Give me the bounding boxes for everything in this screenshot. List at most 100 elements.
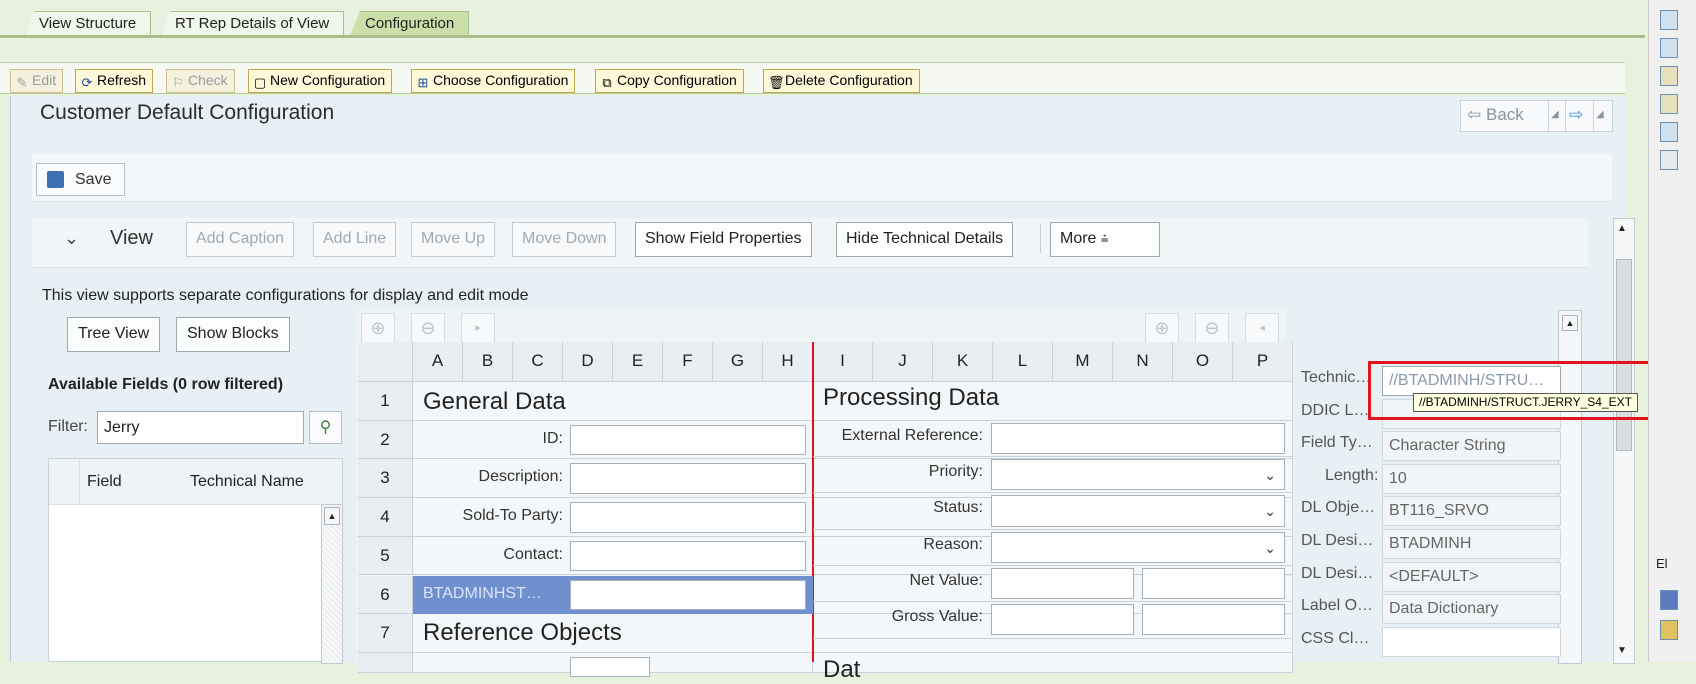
row-header[interactable]: 1 (358, 382, 413, 421)
forward-history-dropdown[interactable]: ◢ (1593, 100, 1613, 132)
refresh-button[interactable]: ⟳ Refresh (75, 69, 154, 93)
back-button[interactable]: ⇦ Back (1460, 100, 1562, 132)
currency-input[interactable] (1142, 604, 1285, 636)
check-button[interactable]: ⚐ Check (166, 69, 235, 93)
column-header-technical-name[interactable]: Technical Name (190, 473, 304, 491)
column-header[interactable]: D (563, 342, 613, 382)
field-label[interactable]: Priority: (813, 463, 988, 481)
dropdown-select[interactable]: ⌄ (991, 459, 1285, 491)
show-blocks-button[interactable]: Show Blocks (176, 317, 290, 352)
dropdown-select[interactable]: ⌄ (991, 495, 1285, 527)
field-label[interactable]: Gross Value: (813, 608, 988, 626)
column-header[interactable]: I (813, 342, 873, 382)
hide-technical-details-button[interactable]: Hide Technical Details (836, 222, 1014, 257)
scroll-up-icon[interactable]: ▲ (1562, 315, 1578, 331)
scroll-up-icon[interactable]: ▲ (324, 507, 340, 525)
column-header[interactable]: O (1173, 342, 1233, 382)
field-label[interactable]: Net Value: (813, 572, 988, 590)
add-column-icon[interactable]: ⊕ (361, 313, 395, 345)
remove-column-right-icon[interactable]: ⊖ (1195, 313, 1229, 345)
column-header[interactable]: F (663, 342, 713, 382)
column-header[interactable]: E (613, 342, 663, 382)
tab-rt-rep-details[interactable]: RT Rep Details of View (160, 11, 345, 36)
choose-configuration-button[interactable]: ⊞ Choose Configuration (411, 69, 576, 93)
expand-right-icon[interactable]: ▸ (461, 313, 495, 345)
column-header[interactable]: L (993, 342, 1053, 382)
caption-general-data[interactable]: General Data (423, 388, 566, 416)
page-scrollbar[interactable]: ▲ ▼ (1613, 218, 1635, 664)
field-input[interactable] (570, 463, 806, 495)
side-globe-icon[interactable] (1660, 66, 1678, 86)
field-input[interactable] (570, 656, 650, 677)
remove-column-icon[interactable]: ⊖ (411, 313, 445, 345)
amount-input[interactable] (991, 604, 1134, 636)
side-window-icon[interactable] (1660, 38, 1678, 58)
more-button[interactable]: More ⩮ (1050, 222, 1160, 257)
field-input[interactable] (570, 502, 806, 533)
row-header[interactable]: 5 (358, 536, 413, 576)
edit-button[interactable]: ✎ Edit (10, 69, 64, 93)
field-label[interactable]: Reason: (813, 536, 988, 554)
field-label[interactable]: Contact: (413, 546, 568, 564)
column-header[interactable]: A (413, 342, 463, 382)
column-header[interactable]: P (1233, 342, 1293, 382)
column-header[interactable]: M (1053, 342, 1113, 382)
field-input[interactable] (570, 540, 806, 572)
column-header[interactable]: C (513, 342, 563, 382)
tab-view-structure[interactable]: View Structure (24, 11, 152, 36)
apply-filter-icon[interactable]: ⚲ (309, 411, 342, 444)
selected-field-label[interactable]: BTADMINHST… (423, 585, 542, 603)
field-label[interactable]: Description: (413, 468, 568, 486)
column-header[interactable]: K (933, 342, 993, 382)
field-label[interactable]: Status: (813, 499, 988, 517)
field-label[interactable]: ID: (413, 430, 568, 448)
amount-input[interactable] (991, 567, 1134, 600)
fields-table-scrollbar[interactable]: ▲ (321, 504, 343, 664)
show-field-properties-button[interactable]: Show Field Properties (635, 222, 812, 257)
column-header[interactable]: N (1113, 342, 1173, 382)
side-label: El (1656, 556, 1668, 571)
row-header[interactable]: 3 (358, 459, 413, 499)
tab-configuration[interactable]: Configuration (350, 11, 470, 36)
new-configuration-button[interactable]: ▢ New Configuration (248, 69, 393, 93)
field-label[interactable]: External Reference: (813, 427, 988, 445)
property-value[interactable] (1382, 626, 1561, 657)
save-button[interactable]: Save (36, 163, 125, 196)
caption-reference-objects[interactable]: Reference Objects (423, 619, 622, 647)
add-caption-button[interactable]: Add Caption (186, 222, 295, 257)
column-header[interactable]: G (713, 342, 763, 382)
column-header-field[interactable]: Field (87, 473, 122, 491)
side-globe-icon[interactable] (1660, 94, 1678, 114)
field-input[interactable] (570, 424, 806, 456)
copy-configuration-button[interactable]: ⧉ Copy Configuration (595, 69, 744, 93)
column-header[interactable]: H (763, 342, 813, 382)
filter-input[interactable]: Jerry (97, 411, 304, 444)
move-down-button[interactable]: Move Down (512, 222, 617, 257)
add-column-right-icon[interactable]: ⊕ (1145, 313, 1179, 345)
caption-processing-data[interactable]: Processing Data (823, 384, 999, 412)
row-header[interactable]: 4 (358, 498, 413, 537)
collapse-chevron-icon[interactable]: ⌄ (64, 228, 79, 249)
selected-field-input[interactable] (570, 579, 806, 611)
side-window-icon[interactable] (1660, 10, 1678, 30)
column-header[interactable]: B (463, 342, 513, 382)
side-chart-icon[interactable] (1660, 122, 1678, 142)
dropdown-select[interactable]: ⌄ (991, 531, 1285, 563)
row-header[interactable]: 2 (358, 420, 413, 460)
row-header[interactable]: 7 (358, 614, 413, 653)
side-user-icon[interactable] (1660, 590, 1678, 610)
field-label[interactable]: Sold-To Party: (413, 507, 568, 525)
move-up-button[interactable]: Move Up (411, 222, 496, 257)
delete-configuration-button[interactable]: 🗑Delete Configuration (763, 69, 920, 93)
currency-input[interactable] (1142, 567, 1285, 600)
row-header[interactable]: 6 (358, 575, 413, 615)
tree-view-button[interactable]: Tree View (67, 317, 161, 352)
column-header[interactable]: J (873, 342, 933, 382)
add-line-button[interactable]: Add Line (313, 222, 397, 257)
side-folder-icon[interactable] (1660, 620, 1678, 640)
page-scroll-thumb[interactable] (1616, 259, 1632, 451)
side-document-icon[interactable] (1660, 150, 1678, 170)
caption-dates[interactable]: Dat (823, 656, 860, 684)
field-input[interactable] (991, 422, 1285, 454)
expand-left-icon[interactable]: ◂ (1245, 313, 1279, 345)
